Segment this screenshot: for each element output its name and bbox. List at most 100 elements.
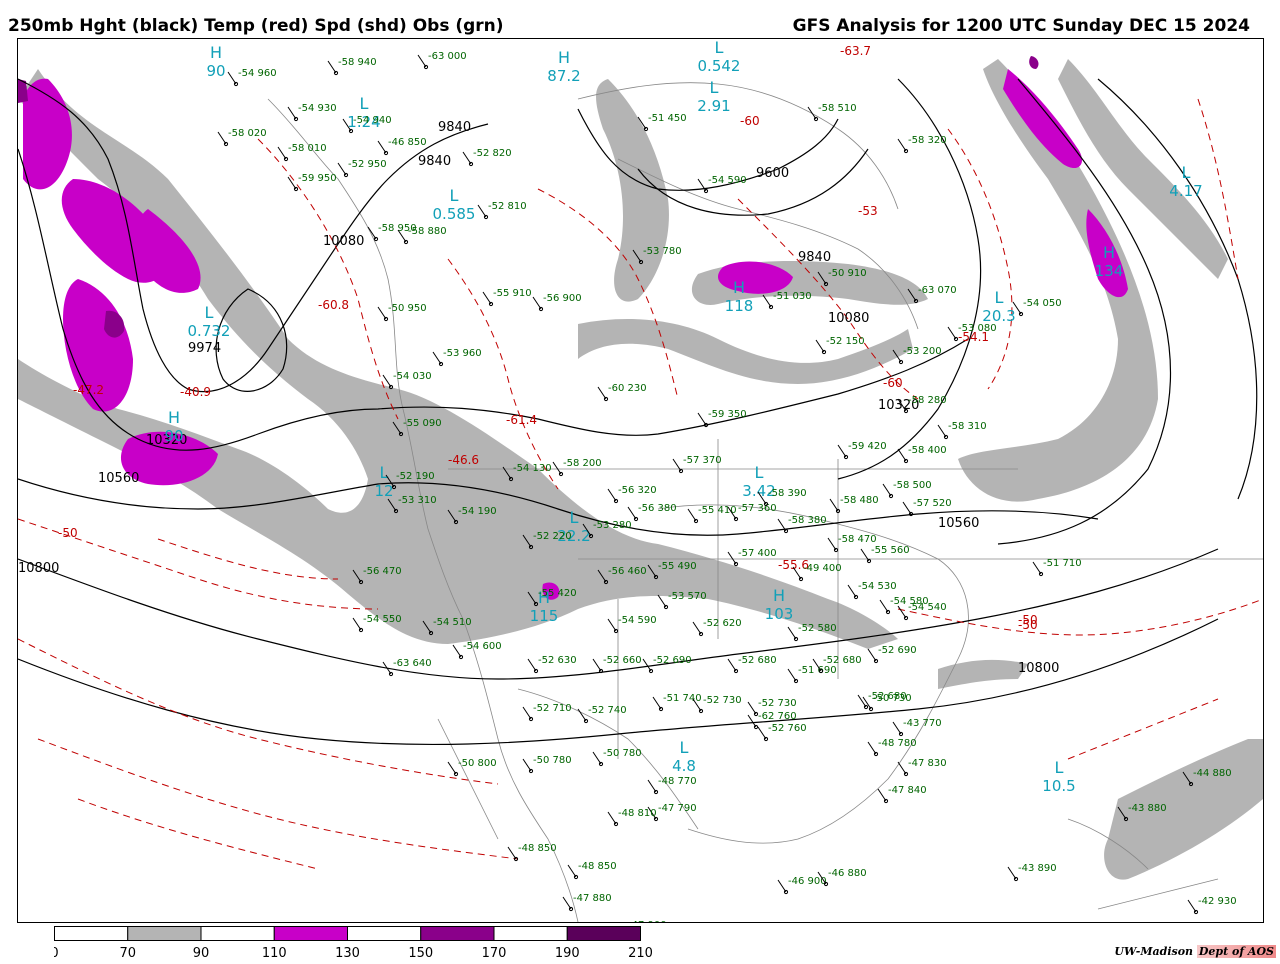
wind-barb: [607, 618, 617, 632]
obs-value: -54 510: [433, 617, 472, 628]
obs-value: -59 950: [298, 173, 337, 184]
obs-value: -52 150: [826, 336, 865, 347]
wind-barb: [597, 386, 607, 400]
center-value: 87.2: [547, 67, 580, 85]
legend-swatch: [566, 926, 641, 941]
high-center: H: [210, 43, 222, 62]
legend-tick: 170: [482, 946, 507, 960]
wind-barb: [432, 351, 442, 365]
station-obs: -47 880: [562, 893, 612, 912]
low-center: L: [1055, 758, 1064, 777]
station-obs: -57 400: [727, 548, 777, 567]
station-obs: -54 030: [382, 371, 432, 390]
wind-barb: [562, 896, 572, 910]
center-value: 115: [530, 607, 559, 625]
obs-value: -58 200: [563, 458, 602, 469]
wind-barb: [482, 291, 492, 305]
station-obs: -56 320: [607, 485, 657, 504]
station-obs: -58 480: [829, 495, 879, 514]
obs-value: -54 540: [908, 602, 947, 613]
obs-value: -54 590: [708, 175, 747, 186]
obs-value: -47 900: [628, 920, 667, 922]
obs-value: -43 890: [1018, 863, 1057, 874]
obs-value: -51 450: [648, 113, 687, 124]
wind-barb: [787, 668, 797, 682]
legend-swatch: [127, 926, 202, 941]
obs-value: -58 310: [948, 421, 987, 432]
obs-value: -55 090: [403, 418, 442, 429]
station-obs: -58 310: [937, 421, 987, 440]
obs-value: -62 760: [758, 711, 797, 722]
wind-barb: [882, 483, 892, 497]
obs-value: -52 680: [823, 655, 862, 666]
legend-tick: 130: [335, 946, 360, 960]
height-label: 10560: [98, 471, 139, 486]
high-center: H: [773, 586, 785, 605]
obs-value: -52 680: [738, 655, 777, 666]
wind-barb: [897, 761, 907, 775]
station-obs: -48 810: [607, 808, 657, 827]
wind-barb: [687, 508, 697, 522]
station-obs: -54 550: [352, 614, 402, 633]
legend-swatch: [347, 926, 422, 941]
station-obs: -52 630: [527, 655, 577, 674]
obs-value: -53 310: [398, 495, 437, 506]
obs-value: -56 320: [618, 485, 657, 496]
obs-value: -51 710: [1043, 558, 1082, 569]
station-obs: -52 580: [787, 623, 837, 642]
obs-value: -60 230: [608, 383, 647, 394]
wind-barb: [847, 584, 857, 598]
low-center: L: [570, 508, 579, 527]
height-label: 9974: [188, 341, 221, 356]
obs-value: -47 880: [573, 893, 612, 904]
obs-value: -54 930: [298, 103, 337, 114]
height-label: 9840: [418, 154, 451, 169]
obs-value: -52 740: [588, 705, 627, 716]
obs-value: -58 940: [338, 57, 377, 68]
legend-tick: 70: [119, 946, 136, 960]
height-label: 10800: [1018, 661, 1059, 676]
station-obs: -46 900: [777, 876, 827, 895]
wind-barb: [527, 658, 537, 672]
station-obs: -55 560: [860, 545, 910, 564]
obs-value: -46 850: [388, 137, 427, 148]
high-center: H: [558, 48, 570, 67]
station-obs: -58 470: [827, 534, 877, 553]
wind-barb: [827, 537, 837, 551]
wind-barb: [837, 444, 847, 458]
wind-barb: [697, 412, 707, 426]
station-obs: -54 930: [287, 103, 337, 122]
center-value: 0.732: [188, 322, 231, 340]
wind-barb: [367, 226, 377, 240]
wind-barb: [897, 605, 907, 619]
wind-barb: [417, 54, 427, 68]
wind-barb: [657, 594, 667, 608]
wind-barb: [1007, 866, 1017, 880]
wind-barb: [727, 551, 737, 565]
obs-value: -58 400: [908, 445, 947, 456]
obs-value: -58 280: [908, 395, 947, 406]
obs-value: -48 810: [618, 808, 657, 819]
wind-barb: [727, 658, 737, 672]
obs-value: -55 910: [493, 288, 532, 299]
obs-value: -56 460: [608, 566, 647, 577]
obs-value: -52 730: [703, 695, 742, 706]
legend-swatch: [200, 926, 275, 941]
obs-value: -51 030: [773, 291, 812, 302]
station-obs: -55 910: [482, 288, 532, 307]
obs-value: -52 710: [533, 703, 572, 714]
obs-value: -58 500: [893, 480, 932, 491]
wind-barb: [337, 162, 347, 176]
station-obs: -56 900: [532, 293, 582, 312]
obs-value: -46 880: [828, 868, 867, 879]
station-obs: -50 800: [447, 758, 497, 777]
wind-barb: [747, 714, 757, 728]
center-value: 90: [164, 427, 183, 445]
obs-value: -47 830: [908, 758, 947, 769]
credit-org: UW-Madison: [1114, 945, 1194, 958]
wind-barb: [879, 599, 889, 613]
obs-value: -53 570: [668, 591, 707, 602]
low-center: L: [450, 186, 459, 205]
low-center: L: [360, 94, 369, 113]
obs-value: -43 880: [1128, 803, 1167, 814]
